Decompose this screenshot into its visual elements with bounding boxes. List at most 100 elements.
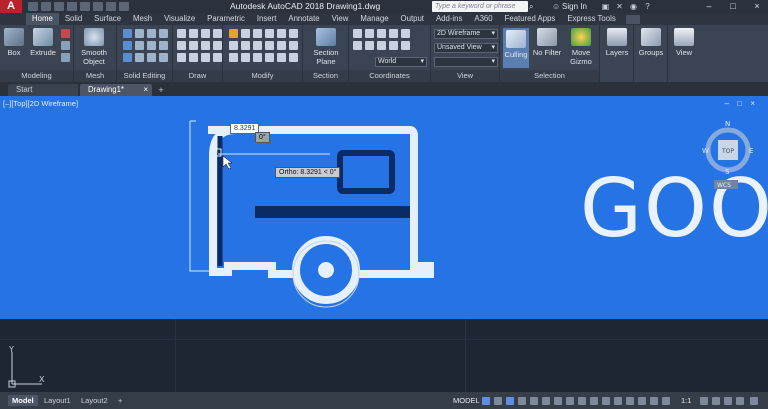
new-tab-button[interactable]: + (156, 85, 166, 95)
tab-manage[interactable]: Manage (354, 13, 394, 25)
ucs-object-icon[interactable] (377, 41, 386, 50)
tab-solid[interactable]: Solid (59, 13, 88, 25)
close-tab-icon[interactable]: × (143, 84, 148, 96)
3d-array-icon[interactable] (277, 53, 286, 62)
hatch-icon[interactable] (213, 41, 222, 50)
rotate-icon[interactable] (241, 29, 250, 38)
offset-icon[interactable] (289, 29, 298, 38)
ucs-y-icon[interactable] (389, 29, 398, 38)
a360-icon[interactable]: ◉ (628, 1, 639, 12)
union-icon[interactable] (123, 29, 132, 38)
search-input[interactable]: Type a keyword or phrase (432, 1, 528, 12)
app-menu-button[interactable]: A (0, 0, 22, 13)
tab-output[interactable]: Output (395, 13, 430, 25)
drawing-area-lower[interactable] (0, 319, 768, 392)
ucs-view-icon[interactable] (389, 41, 398, 50)
dynamic-ucs-icon[interactable] (602, 397, 610, 405)
subtract-icon[interactable] (123, 41, 132, 50)
new-icon[interactable] (28, 2, 38, 11)
help-icon[interactable]: ? (642, 1, 653, 12)
annotation-scale[interactable]: 1:1 (681, 395, 691, 406)
polar-icon[interactable] (518, 397, 526, 405)
arc-icon[interactable] (213, 29, 222, 38)
sweep-icon[interactable] (61, 53, 70, 62)
move-gizmo-button[interactable]: Move Gizmo (566, 28, 596, 66)
presspull-icon[interactable] (61, 29, 70, 38)
spline-icon[interactable] (189, 41, 198, 50)
box-button[interactable]: Box (2, 28, 26, 57)
no-filter-button[interactable]: No Filter (532, 28, 562, 57)
tab-annotate[interactable]: Annotate (282, 13, 325, 25)
erase-icon[interactable] (265, 29, 274, 38)
helix-icon[interactable] (213, 53, 222, 62)
exchange-icon[interactable]: ✕ (614, 1, 625, 12)
trim-icon[interactable] (253, 29, 262, 38)
mirror-icon[interactable] (241, 41, 250, 50)
groups-button[interactable]: Groups (637, 28, 665, 57)
culling-button[interactable]: Culling (503, 28, 529, 68)
layout-tab-model[interactable]: Model (8, 395, 38, 406)
region-icon[interactable] (189, 53, 198, 62)
ucs-origin-icon[interactable] (353, 41, 362, 50)
extrude-faces-icon[interactable] (159, 53, 168, 62)
point-icon[interactable] (201, 53, 210, 62)
tab-visualize[interactable]: Visualize (158, 13, 201, 25)
tab-home[interactable]: Home (26, 13, 59, 25)
ucs-x-icon[interactable] (377, 29, 386, 38)
viewport-config-dropdown[interactable] (434, 57, 498, 67)
selection-cycling-icon[interactable] (578, 397, 586, 405)
transparency-icon[interactable] (566, 397, 574, 405)
cart-icon[interactable]: ▣ (600, 1, 611, 12)
layers-button[interactable]: Layers (603, 28, 631, 57)
smooth-object-button[interactable]: Smooth Object (77, 28, 111, 66)
sign-in-button[interactable]: Sign In (562, 1, 587, 12)
3d-mirror-icon[interactable] (265, 53, 274, 62)
maximize-button[interactable]: □ (724, 0, 742, 13)
3d-move-icon[interactable] (241, 53, 250, 62)
copy-icon[interactable] (229, 41, 238, 50)
close-window-button[interactable]: × (748, 0, 766, 13)
array-icon[interactable] (265, 41, 274, 50)
tab-view[interactable]: View (326, 13, 355, 25)
tab-insert[interactable]: Insert (251, 13, 283, 25)
fillet-edge-icon[interactable] (159, 41, 168, 50)
open-icon[interactable] (41, 2, 51, 11)
scale-icon[interactable] (289, 41, 298, 50)
tab-featured-apps[interactable]: Featured Apps (499, 13, 562, 25)
minimize-button[interactable]: – (700, 0, 718, 13)
line-icon[interactable] (177, 29, 186, 38)
ucs-z-icon[interactable] (401, 29, 410, 38)
tab-mesh[interactable]: Mesh (127, 13, 158, 25)
lineweight-icon[interactable] (554, 397, 562, 405)
revolve-icon[interactable] (61, 41, 70, 50)
dynamic-input-angle[interactable]: 0° (255, 132, 270, 143)
annotation-monitor-icon[interactable] (712, 397, 720, 405)
saved-view-dropdown[interactable]: Unsaved View (434, 43, 498, 53)
file-tab-drawing1[interactable]: Drawing1* × (80, 84, 152, 96)
layout-tab-layout2[interactable]: Layout2 (77, 395, 112, 406)
add-layout-button[interactable]: + (114, 395, 126, 406)
ucs-world-icon[interactable] (365, 29, 374, 38)
ucs-dropdown[interactable]: World (375, 57, 427, 67)
polygon-icon[interactable] (177, 53, 186, 62)
visual-style-dropdown[interactable]: 2D Wireframe (434, 29, 498, 39)
drawing-viewport[interactable]: GOO TOP N S W E WCS [–][Top][2D Wirefram… (0, 96, 768, 319)
snap-icon[interactable] (494, 397, 502, 405)
undo-icon[interactable] (93, 2, 103, 11)
fillet-icon[interactable] (253, 41, 262, 50)
view-button[interactable]: View (671, 28, 697, 57)
viewport-window-controls[interactable]: – □ × (725, 99, 758, 108)
tab-add-ins[interactable]: Add-ins (430, 13, 468, 25)
viewport-controls-label[interactable]: [–][Top][2D Wireframe] (3, 99, 78, 108)
share-icon[interactable] (119, 2, 129, 11)
3d-osnap-icon[interactable] (590, 397, 598, 405)
circle-icon[interactable] (201, 29, 210, 38)
selection-filter-icon[interactable] (614, 397, 622, 405)
3d-rotate-icon[interactable] (253, 53, 262, 62)
isolate-objects-icon[interactable] (724, 397, 732, 405)
ribbon-options-icon[interactable] (625, 14, 640, 24)
separate-icon[interactable] (147, 53, 156, 62)
slice-icon[interactable] (135, 29, 144, 38)
save-icon[interactable] (54, 2, 64, 11)
ucs-3point-icon[interactable] (401, 41, 410, 50)
